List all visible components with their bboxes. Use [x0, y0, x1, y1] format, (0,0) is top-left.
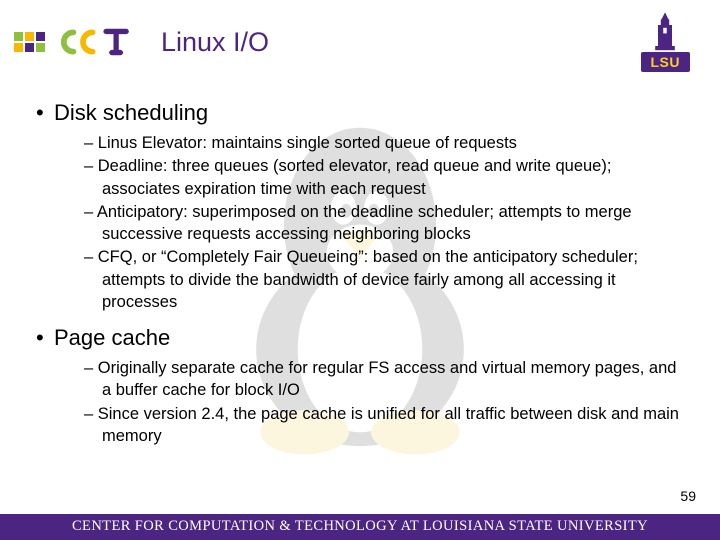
- list-item: CFQ, or “Completely Fair Queueing”: base…: [84, 246, 684, 313]
- slide-body: •Disk scheduling Linus Elevator: maintai…: [0, 80, 720, 447]
- cct-logo: Linux I/O: [14, 27, 269, 58]
- list-item: Originally separate cache for regular FS…: [84, 357, 684, 402]
- footer-bar: CENTER FOR COMPUTATION & TECHNOLOGY AT L…: [0, 514, 720, 540]
- slide-title: Linux I/O: [161, 27, 269, 58]
- list-item: Since version 2.4, the page cache is uni…: [84, 403, 684, 448]
- header: Linux I/O LSU: [0, 0, 720, 80]
- page-number: 59: [680, 488, 696, 504]
- cct-text-icon: [59, 27, 131, 57]
- lsu-logo: LSU: [641, 12, 691, 72]
- section-heading: •Disk scheduling: [36, 100, 684, 126]
- list-item: Linus Elevator: maintains single sorted …: [84, 132, 684, 154]
- heading-text: Page cache: [54, 325, 170, 350]
- lsu-badge: LSU: [641, 52, 691, 72]
- heading-text: Disk scheduling: [54, 100, 208, 125]
- bullet-list: Originally separate cache for regular FS…: [36, 357, 684, 447]
- tower-icon: [651, 12, 679, 52]
- section-heading: •Page cache: [36, 325, 684, 351]
- list-item: Deadline: three queues (sorted elevator,…: [84, 155, 684, 200]
- bullet-list: Linus Elevator: maintains single sorted …: [36, 132, 684, 313]
- list-item: Anticipatory: superimposed on the deadli…: [84, 201, 684, 246]
